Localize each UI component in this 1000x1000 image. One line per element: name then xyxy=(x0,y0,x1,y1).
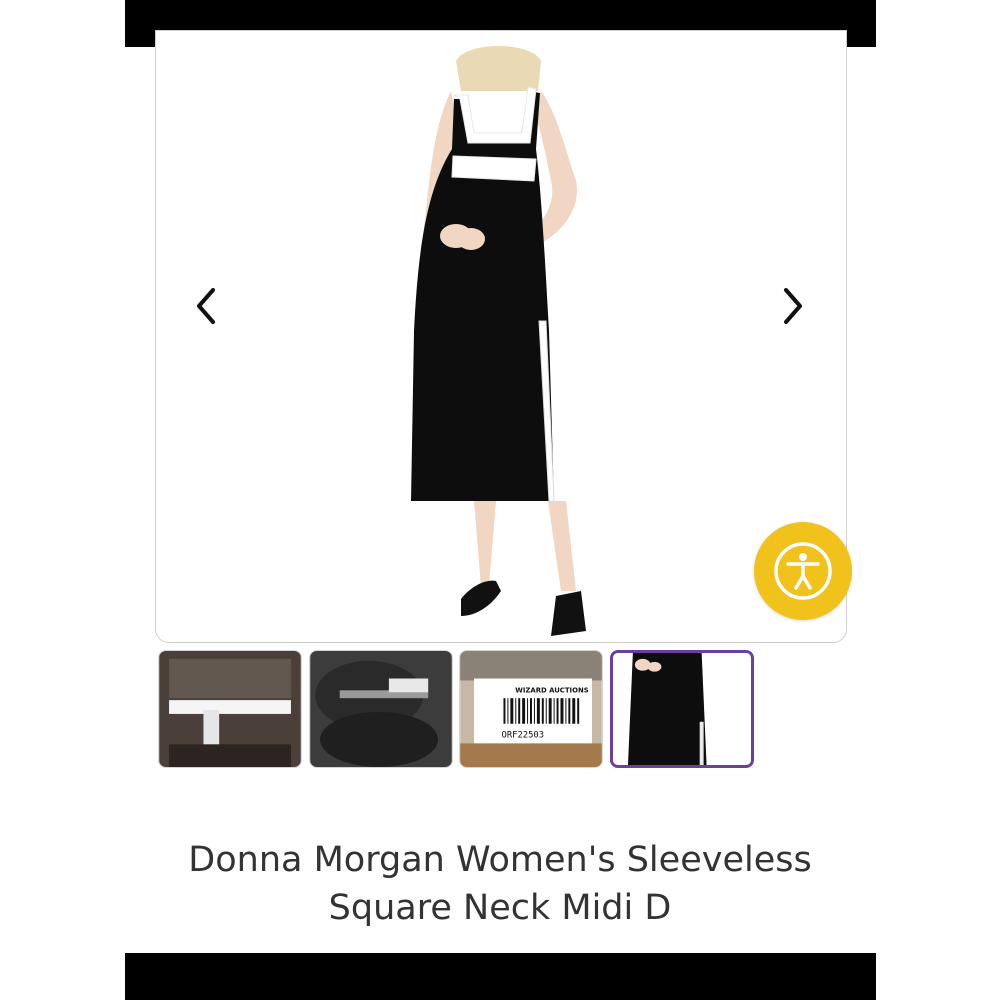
thumbnail-3[interactable]: WIZARD AUCTIONS ORF22503 xyxy=(459,650,603,768)
product-title-line-2: Square Neck Midi D xyxy=(328,888,672,928)
thumbnail-strip: WIZARD AUCTIONS ORF22503 xyxy=(158,650,758,772)
accessibility-icon xyxy=(774,542,832,600)
accessibility-button[interactable] xyxy=(754,522,852,620)
thumbnail-image: WIZARD AUCTIONS ORF22503 xyxy=(460,651,602,767)
thumbnail-2[interactable] xyxy=(309,650,453,768)
product-title: Donna Morgan Women's Sleeveless Square N… xyxy=(140,836,860,932)
previous-image-button[interactable] xyxy=(181,281,231,331)
product-image-gallery xyxy=(155,30,847,643)
thumbnail-4-selected[interactable] xyxy=(610,650,754,768)
main-product-image xyxy=(411,46,586,636)
thumbnail-code: ORF22503 xyxy=(502,731,545,741)
chevron-left-icon xyxy=(197,288,215,324)
bottom-black-bar xyxy=(125,953,876,1000)
product-title-line-1: Donna Morgan Women's Sleeveless xyxy=(188,840,812,880)
thumbnail-1[interactable] xyxy=(158,650,302,768)
thumbnail-image xyxy=(310,651,452,767)
chevron-right-icon xyxy=(784,288,802,324)
next-image-button[interactable] xyxy=(768,281,818,331)
thumbnail-image xyxy=(159,651,301,767)
thumbnail-image xyxy=(613,653,751,765)
thumbnail-label: WIZARD AUCTIONS xyxy=(515,686,588,694)
